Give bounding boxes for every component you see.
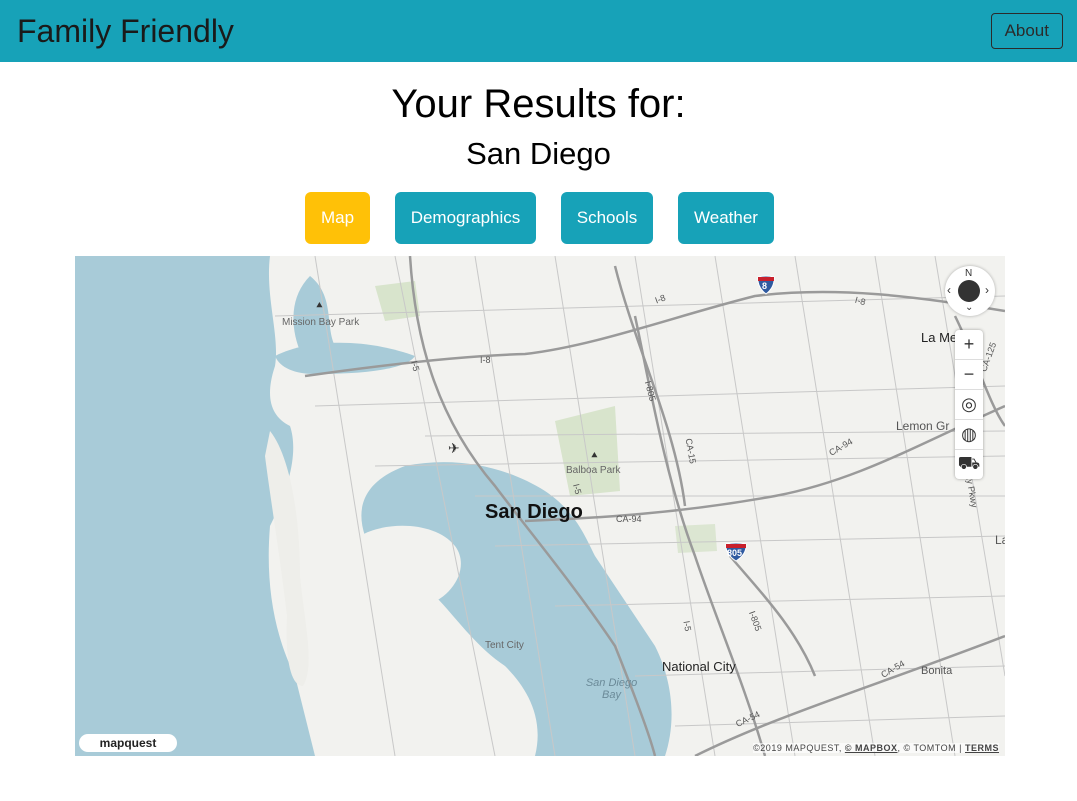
compass-right-icon[interactable]: › — [985, 283, 989, 297]
traffic-icon[interactable]: ⛟ — [955, 450, 983, 479]
map-attribution: ©2019 MAPQUEST, © MAPBOX, © TOMTOM | TER… — [753, 743, 999, 753]
map-controls: + − ◎ ◍ ⛟ — [955, 330, 983, 479]
label-balboa-park: Balboa Park — [566, 465, 621, 476]
tab-map[interactable]: Map — [305, 192, 370, 244]
tab-demographics[interactable]: Demographics — [395, 192, 536, 244]
attribution-copyright: ©2019 MAPQUEST, — [753, 743, 842, 753]
attribution-tomtom: , © TOMTOM | — [897, 743, 962, 753]
interstate-805-shield-icon: 805 — [724, 542, 748, 562]
tab-bar: Map Demographics Schools Weather — [0, 192, 1077, 244]
mapbox-link[interactable]: © MAPBOX — [845, 743, 898, 753]
label-san-diego-bay: San Diego Bay — [585, 677, 638, 701]
city-name: San Diego — [466, 136, 611, 171]
map-view[interactable]: Mission Bay Park Balboa Park San Diego T… — [75, 256, 1005, 756]
tab-schools[interactable]: Schools — [561, 192, 653, 244]
label-tent-city: Tent City — [485, 640, 524, 651]
label-la: La — [995, 533, 1005, 547]
compass-north-label: N — [965, 268, 973, 279]
shield-8-label: 8 — [762, 281, 768, 291]
tab-weather[interactable]: Weather — [678, 192, 774, 244]
about-button[interactable]: About — [990, 13, 1063, 49]
label-bonita: Bonita — [921, 665, 953, 677]
shield-805-label: 805 — [727, 548, 743, 558]
park-tree-icon: ⯅ — [315, 300, 324, 312]
label-national-city: National City — [662, 659, 736, 674]
navbar: Family Friendly About — [0, 0, 1077, 62]
interstate-8-shield-icon: 8 — [756, 275, 776, 295]
globe-icon[interactable]: ◍ — [955, 420, 983, 450]
balboa-tree-icon: ⯅ — [590, 450, 599, 462]
compass-left-icon[interactable]: ‹ — [947, 283, 951, 297]
zoom-out-button[interactable]: − — [955, 360, 983, 390]
label-mission-bay-park: Mission Bay Park — [282, 317, 360, 328]
terms-link[interactable]: TERMS — [965, 743, 999, 753]
road-label-i5-c: I-5 — [681, 619, 694, 633]
compass-center-icon[interactable] — [958, 280, 980, 302]
zoom-in-button[interactable]: + — [955, 330, 983, 360]
road-label-i8-b: I-8 — [480, 355, 491, 365]
label-la-mesa: La Me — [921, 330, 958, 345]
brand-title[interactable]: Family Friendly — [17, 13, 234, 50]
compass-control[interactable]: N ‹ › ⌄ — [945, 266, 995, 316]
compass-down-icon[interactable]: ⌄ — [965, 302, 973, 313]
label-lemon-grove: Lemon Gr — [896, 419, 950, 433]
mapquest-logo[interactable]: mapquest — [79, 734, 177, 752]
label-san-diego: San Diego — [485, 501, 583, 523]
locate-icon[interactable]: ◎ — [955, 390, 983, 420]
results-heading: Your Results for: — [391, 82, 686, 126]
road-label-ca94-a: CA-94 — [616, 514, 642, 524]
airport-icon: ✈ — [448, 440, 460, 456]
